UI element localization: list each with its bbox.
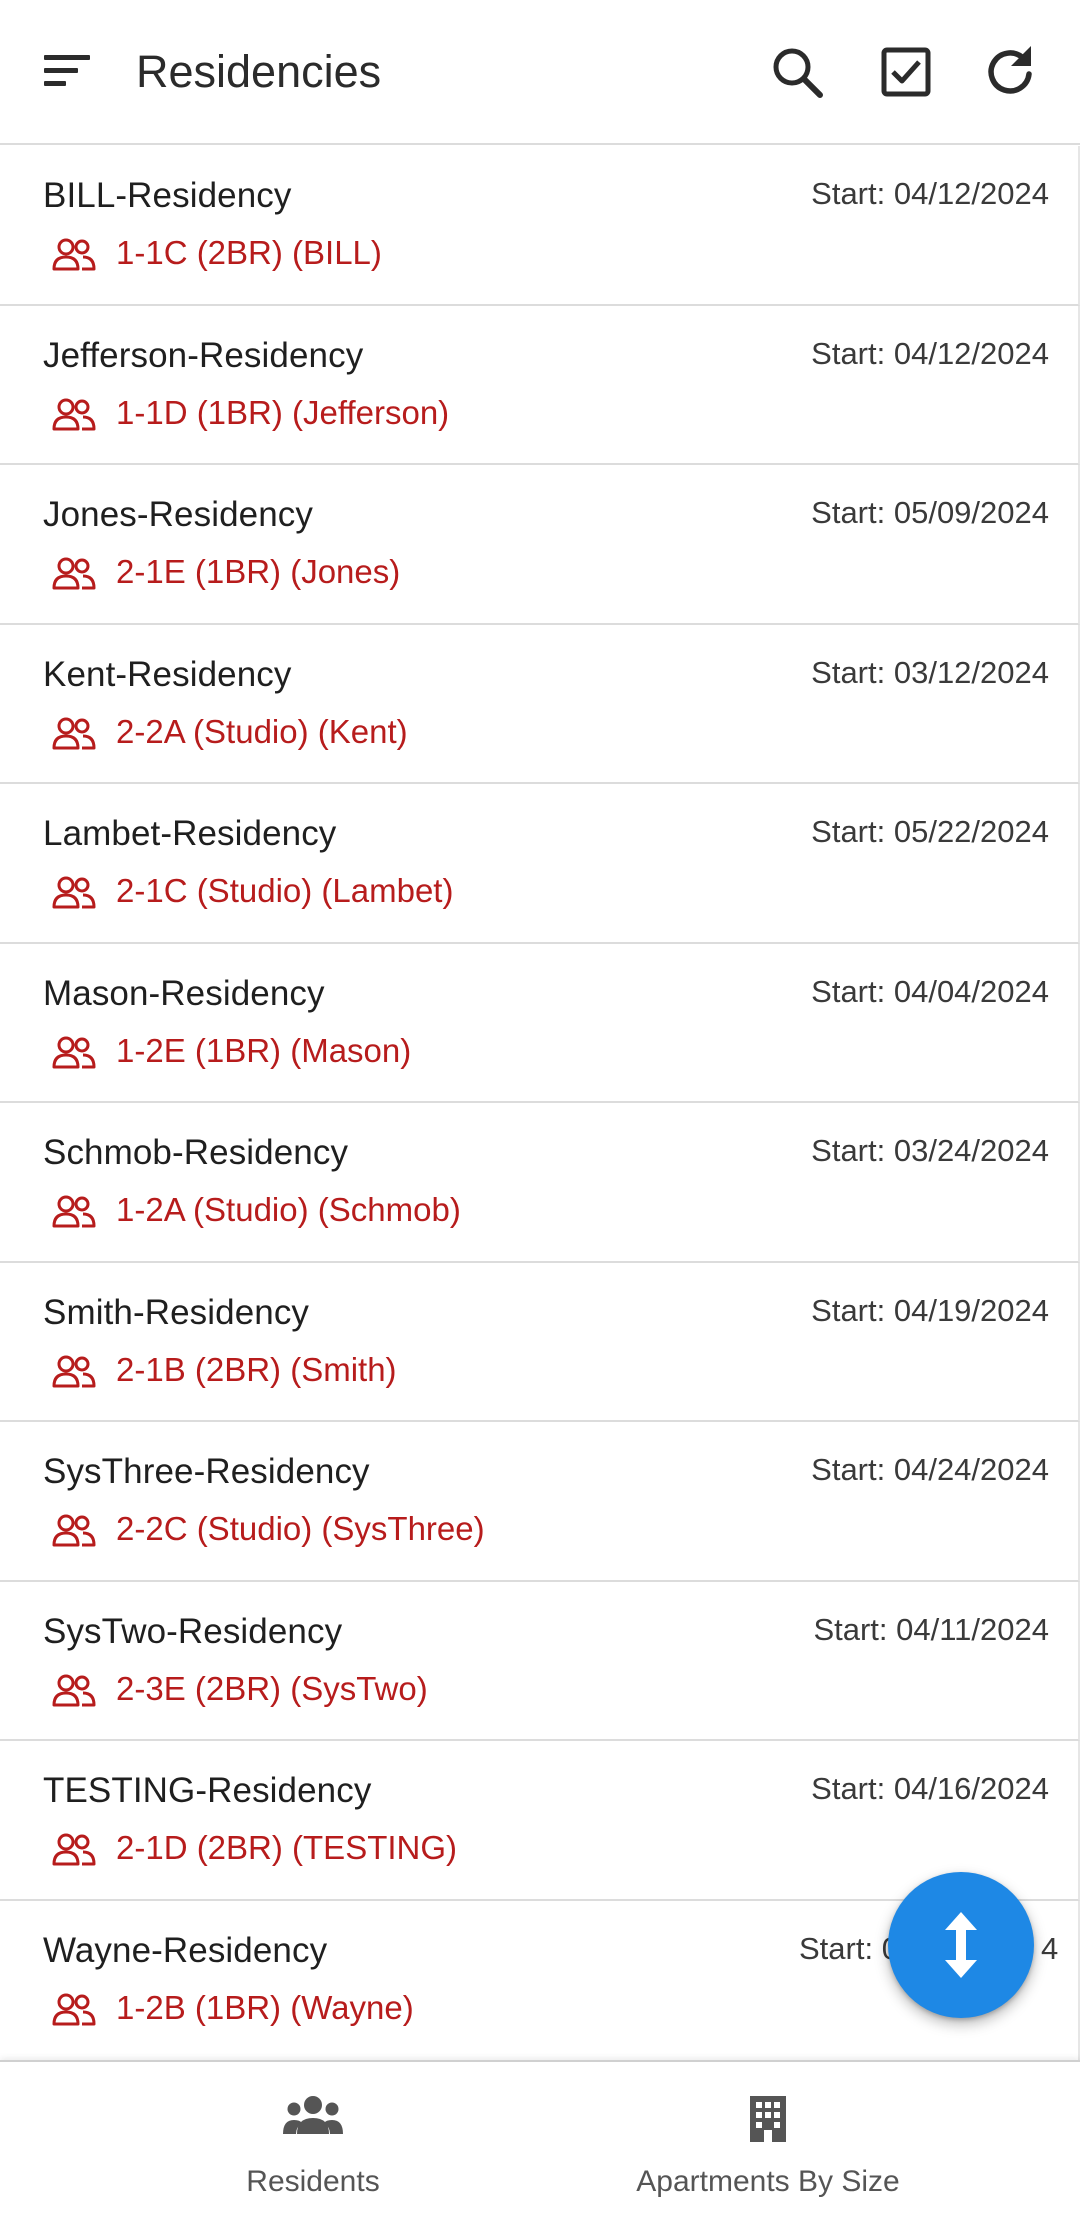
residency-name: Schmob-Residency xyxy=(43,1133,349,1172)
people-outline-icon xyxy=(52,1833,96,1866)
nav-apartments-by-size[interactable]: Apartments By Size xyxy=(540,2062,1080,2215)
list-item[interactable]: Jefferson-Residency Start: 04/12/2024 1-… xyxy=(0,305,1080,465)
residency-list: BILL-Residency Start: 04/12/2024 1-1C (2… xyxy=(0,146,1080,2060)
residency-name: Lambet-Residency xyxy=(43,814,337,853)
unit-label: 2-1D (2BR) (TESTING) xyxy=(116,1829,458,1866)
list-item[interactable]: Mason-Residency Start: 04/04/2024 1-2E (… xyxy=(0,943,1080,1103)
unit-label: 2-1B (2BR) (Smith) xyxy=(116,1350,397,1388)
list-item[interactable]: Jones-Residency Start: 05/09/2024 2-1E (… xyxy=(0,465,1080,625)
start-date: Start: 04/12/2024 xyxy=(811,176,1049,211)
residency-name: SysThree-Residency xyxy=(43,1452,370,1491)
list-item[interactable]: SysTwo-Residency Start: 04/11/2024 2-3E … xyxy=(0,1581,1080,1741)
unit-label: 1-2B (1BR) (Wayne) xyxy=(116,1988,414,2026)
unit-label: 1-2E (1BR) (Mason) xyxy=(116,1031,412,1069)
people-outline-icon xyxy=(52,1036,96,1068)
unit-label: 2-2C (Studio) (SysThree) xyxy=(116,1510,485,1547)
people-outline-icon xyxy=(52,238,96,271)
residency-name: Jones-Residency xyxy=(43,495,313,534)
bottom-navigation: Residents Apartments By Size xyxy=(0,2060,1080,2215)
residency-name: Smith-Residency xyxy=(43,1292,310,1332)
list-item[interactable]: BILL-Residency Start: 04/12/2024 1-1C (2… xyxy=(0,146,1080,306)
people-outline-icon xyxy=(52,557,96,590)
people-outline-icon xyxy=(52,876,96,909)
residency-name: TESTING-Residency xyxy=(43,1771,372,1810)
search-icon xyxy=(773,48,823,98)
people-outline-icon xyxy=(52,1993,96,2025)
residency-name: BILL-Residency xyxy=(43,176,292,215)
checkbox-icon xyxy=(881,47,931,97)
list-item[interactable]: Schmob-Residency Start: 03/24/2024 1-2A … xyxy=(0,1103,1080,1263)
start-date-tail: 4 xyxy=(1040,1930,1059,1966)
unit-label: 2-2A (Studio) (Kent) xyxy=(116,712,408,750)
select-button[interactable] xyxy=(866,34,946,110)
building-icon xyxy=(750,2096,786,2142)
start-date: Start: 04/11/2024 xyxy=(813,1611,1049,1647)
people-outline-icon xyxy=(52,717,96,749)
unit-label: 2-1C (Studio) (Lambet) xyxy=(116,872,454,909)
residency-name: Jefferson-Residency xyxy=(43,335,364,375)
people-outline-icon xyxy=(52,1355,96,1387)
list-item[interactable]: Kent-Residency Start: 03/12/2024 2-2A (S… xyxy=(0,624,1080,784)
list-item[interactable]: Smith-Residency Start: 04/19/2024 2-1B (… xyxy=(0,1262,1080,1422)
unit-label: 1-1D (1BR) (Jefferson) xyxy=(116,393,450,431)
search-button[interactable] xyxy=(757,34,837,110)
start-date: Start: 03/24/2024 xyxy=(811,1133,1049,1168)
unit-label: 2-1E (1BR) (Jones) xyxy=(116,553,401,590)
unit-label: 1-1C (2BR) (BILL) xyxy=(116,234,382,271)
start-date: Start: 04/19/2024 xyxy=(811,1292,1049,1328)
sort-fab-button[interactable] xyxy=(888,1872,1034,2018)
people-outline-icon xyxy=(52,1195,96,1228)
sort-menu-button[interactable] xyxy=(36,44,98,98)
people-outline-icon xyxy=(52,1674,96,1706)
people-outline-icon xyxy=(52,398,96,430)
list-item[interactable]: TESTING-Residency Start: 04/16/2024 2-1D… xyxy=(0,1741,1080,1901)
app-bar: Residencies xyxy=(0,0,1080,145)
residency-name: SysTwo-Residency xyxy=(43,1611,343,1651)
sort-menu-icon xyxy=(44,55,90,86)
people-icon xyxy=(283,2096,343,2134)
people-outline-icon xyxy=(52,1514,96,1547)
start-date: Start: 05/09/2024 xyxy=(811,495,1049,530)
residency-name: Kent-Residency xyxy=(43,654,292,694)
start-date: Start: 04/24/2024 xyxy=(811,1452,1049,1487)
start-date-head: Start: 0 xyxy=(799,1930,899,1966)
residency-name: Mason-Residency xyxy=(43,973,325,1013)
unit-label: 2-3E (2BR) (SysTwo) xyxy=(116,1669,428,1707)
page-title: Residencies xyxy=(136,46,382,97)
list-item[interactable]: SysThree-Residency Start: 04/24/2024 2-2… xyxy=(0,1422,1080,1582)
residency-name: Wayne-Residency xyxy=(43,1930,328,1970)
nav-apartments-label: Apartments By Size xyxy=(636,2165,900,2198)
list-item[interactable]: Lambet-Residency Start: 05/22/2024 2-1C … xyxy=(0,784,1080,944)
refresh-icon xyxy=(988,46,1032,94)
start-date: Start: 04/04/2024 xyxy=(811,973,1049,1009)
vertical-resize-icon xyxy=(945,1912,977,1978)
start-date: Start: 03/12/2024 xyxy=(811,654,1049,690)
start-date: Start: 05/22/2024 xyxy=(811,814,1049,849)
start-date: Start: 04/12/2024 xyxy=(811,335,1049,371)
refresh-button[interactable] xyxy=(971,34,1051,110)
unit-label: 1-2A (Studio) (Schmob) xyxy=(116,1191,461,1228)
start-date: Start: 04/16/2024 xyxy=(811,1771,1049,1806)
